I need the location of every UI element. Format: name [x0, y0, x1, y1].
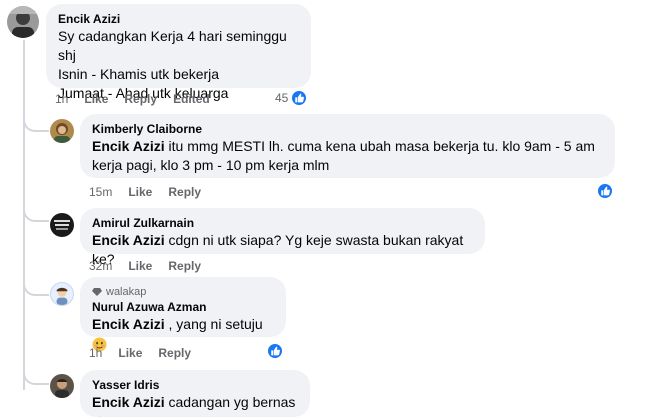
- like-icon: [291, 90, 308, 106]
- comment-bubble: Encik Azizi Sy cadangkan Kerja 4 hari se…: [46, 4, 311, 101]
- reply-text: Encik Azizi cadangan yg bernas: [92, 393, 298, 417]
- reaction-count[interactable]: [267, 343, 283, 359]
- reply-actions: 32m Like Reply: [89, 259, 217, 273]
- comment-timestamp[interactable]: 1h: [55, 92, 68, 106]
- reply-bubble: Kimberly Claiborne Encik Azizi itu mmg M…: [80, 114, 615, 178]
- mention-link[interactable]: Encik Azizi: [92, 232, 165, 248]
- like-icon: [597, 183, 613, 199]
- mention-link[interactable]: Encik Azizi: [92, 394, 165, 410]
- reply-button[interactable]: Reply: [124, 92, 157, 106]
- comment-actions: 1h Like Reply Edited: [55, 92, 226, 106]
- reply-text-body: , yang ni setuju: [164, 316, 263, 332]
- reply-actions: 1h Like Reply: [89, 346, 207, 360]
- reaction-count[interactable]: [597, 183, 613, 199]
- like-button[interactable]: Like: [118, 346, 142, 360]
- reply-button[interactable]: Reply: [168, 185, 201, 199]
- reply-actions: 15m Like Reply: [89, 185, 217, 199]
- thread-connector: [23, 110, 49, 132]
- avatar[interactable]: [50, 119, 74, 143]
- reply-text-line: itu mmg MESTI lh. cuma kena ubah masa be…: [164, 138, 595, 154]
- reply-bubble: walakap Nurul Azuwa Azman Encik Azizi , …: [80, 277, 286, 352]
- comment-text-line: Sy cadangkan Kerja 4 hari seminggu shj: [58, 28, 287, 63]
- reply-author[interactable]: Amirul Zulkarnain: [92, 216, 473, 231]
- thread-connector: [23, 363, 49, 385]
- reply-text-line: kerja pagi, klo 3 pm - 10 pm kerja mlm: [92, 157, 330, 173]
- reply-button[interactable]: Reply: [158, 346, 191, 360]
- avatar[interactable]: [7, 6, 39, 38]
- reply-timestamp[interactable]: 15m: [89, 185, 112, 199]
- edited-label: Edited: [173, 92, 210, 106]
- like-button[interactable]: Like: [128, 259, 152, 273]
- fan-badge[interactable]: walakap: [92, 285, 274, 299]
- fan-badge-label: walakap: [106, 286, 147, 298]
- mention-link[interactable]: Encik Azizi: [92, 138, 165, 154]
- like-icon: [267, 343, 283, 359]
- comment-author[interactable]: Encik Azizi: [58, 12, 299, 27]
- reaction-count-number: 45: [275, 91, 289, 105]
- thread-connector: [23, 200, 49, 222]
- avatar[interactable]: [50, 282, 74, 306]
- like-button[interactable]: Like: [84, 92, 108, 106]
- reply-author[interactable]: Kimberly Claiborne: [92, 122, 603, 137]
- avatar[interactable]: [50, 374, 74, 398]
- comment-text-line: Isnin - Khamis utk bekerja: [58, 66, 220, 82]
- reply-text: Encik Azizi itu mmg MESTI lh. cuma kena …: [92, 137, 603, 156]
- reply-timestamp[interactable]: 32m: [89, 259, 112, 273]
- avatar[interactable]: [50, 213, 74, 237]
- reply-author[interactable]: Yasser Idris: [92, 378, 298, 393]
- reply-text-body: cadangan yg bernas: [164, 394, 296, 410]
- reply-button[interactable]: Reply: [168, 259, 201, 273]
- thread-connector: [23, 274, 49, 296]
- reply-bubble: Yasser Idris Encik Azizi cadangan yg ber…: [80, 370, 310, 417]
- reply-bubble: Amirul Zulkarnain Encik Azizi cdgn ni ut…: [80, 208, 485, 267]
- like-button[interactable]: Like: [128, 185, 152, 199]
- reply-timestamp[interactable]: 1h: [89, 346, 102, 360]
- diamond-icon: [92, 288, 102, 296]
- mention-link[interactable]: Encik Azizi: [92, 316, 165, 332]
- reaction-count[interactable]: 45: [275, 90, 308, 106]
- reply-author[interactable]: Nurul Azuwa Azman: [92, 300, 274, 315]
